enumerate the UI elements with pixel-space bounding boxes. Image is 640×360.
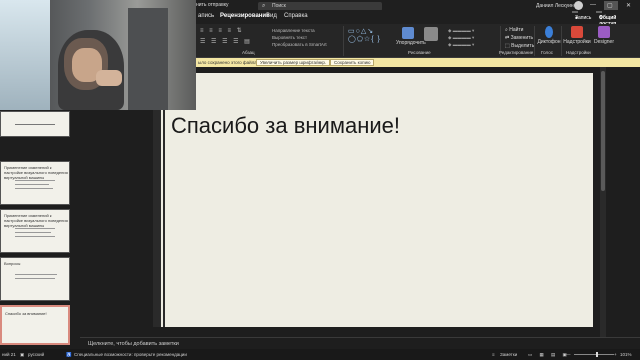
zoom-slider[interactable]: [574, 354, 614, 355]
arrange-button[interactable]: Упорядочить: [396, 27, 426, 46]
drawing-group-label: Рисование: [408, 50, 431, 55]
slide-decoration-bar: [153, 73, 161, 327]
vertical-scrollbar[interactable]: [600, 67, 606, 337]
proofing-icon[interactable]: ▣: [20, 352, 24, 358]
status-bar: ний 21 ▣ русский ♿ Специальные возможнос…: [0, 349, 640, 360]
slide-thumbnail[interactable]: Вопросы: [0, 257, 70, 301]
editing-group-label: Редактирование: [499, 50, 534, 55]
microphone-icon: [545, 26, 553, 38]
record-button[interactable]: ● Запись: [572, 11, 591, 21]
shapes-gallery[interactable]: ▭○△↘ ◯⬠☆{ }: [348, 28, 392, 46]
designer-icon: [598, 26, 610, 38]
accessibility-status[interactable]: Специальные возможности: проверьте реком…: [74, 352, 187, 357]
slide-thumbnail[interactable]: Применение изменений к настройке визуаль…: [0, 209, 70, 253]
shape-format[interactable]: ◆ ▬▬▬▬ ▾ ◆ ▬▬▬▬ ▾ ◆ ▬▬▬▬ ▾: [448, 27, 474, 48]
notes-placeholder: Щелкните, чтобы добавить заметки: [88, 341, 179, 347]
avatar[interactable]: [574, 1, 583, 10]
text-options[interactable]: Направление текста Выровнять текст Преоб…: [272, 27, 327, 48]
slide-thumbnail[interactable]: [0, 111, 70, 137]
designer-button[interactable]: Designer: [592, 26, 616, 45]
slide-counter: ний 21: [2, 352, 16, 357]
arrange-icon: [402, 27, 414, 39]
user-name: Даниил Лескуин: [536, 3, 574, 9]
minimize-button[interactable]: —: [590, 2, 596, 8]
slide-title[interactable]: Спасибо за внимание!: [171, 113, 400, 139]
menu-view[interactable]: Вид: [266, 13, 277, 19]
paragraph-controls[interactable]: ≡ ≡ ≡ ≡ ⇅ ☰ ☰ ☰ ☰ ▤: [200, 27, 270, 47]
menu-help[interactable]: Справка: [284, 13, 308, 19]
send-label[interactable]: нить отправку: [196, 2, 228, 8]
maximize-button[interactable]: ▢: [607, 2, 613, 9]
search-placeholder: Поиск: [272, 3, 286, 9]
styles-icon[interactable]: [424, 27, 438, 41]
webcam-window: [0, 0, 50, 110]
resize-font-button[interactable]: Увеличить размер шрифта/мкр.: [256, 59, 331, 66]
webcam-overlay: [0, 0, 196, 110]
language-status[interactable]: русский: [28, 352, 44, 357]
paragraph-icons: ≡ ≡ ≡ ≡ ⇅: [200, 28, 244, 34]
voice-group-label: Голос: [541, 50, 553, 55]
slide-thumbnail-selected[interactable]: Спасибо за внимание!: [0, 305, 70, 345]
slide-thumbnail[interactable]: Применение изменений к настройке визуаль…: [0, 161, 70, 205]
addins-icon: [571, 26, 583, 38]
addins-group-label: Надстройки: [566, 50, 591, 55]
scrollbar-thumb[interactable]: [601, 71, 605, 191]
paragraph-group-label: Абзац: [242, 50, 255, 55]
save-copy-button[interactable]: Сохранить копию: [330, 59, 375, 66]
menu-review[interactable]: Рецензирование: [220, 13, 269, 19]
dictate-button[interactable]: Диктофон: [537, 26, 561, 45]
current-slide[interactable]: Спасибо за внимание!: [153, 73, 593, 327]
addins-button[interactable]: Надстройки: [563, 26, 591, 45]
select-button[interactable]: ⬚ Выделить: [505, 42, 534, 50]
close-button[interactable]: ✕: [626, 2, 631, 9]
notes-toggle[interactable]: Заметки: [500, 352, 517, 357]
zoom-level[interactable]: 101%: [620, 352, 632, 357]
message-text: ыло сохранено этого файла.: [198, 60, 259, 65]
view-buttons[interactable]: ▭ ▦ ▤ ▣: [528, 352, 570, 358]
webcam-person-hand: [96, 70, 122, 86]
find-button[interactable]: ⌕ Найти: [505, 26, 534, 34]
slide-decoration-line: [163, 73, 165, 327]
notes-pane[interactable]: Щелкните, чтобы добавить заметки: [80, 337, 640, 349]
message-bar: ыло сохранено этого файла. Увеличить раз…: [196, 58, 640, 67]
zoom-slider-thumb[interactable]: [596, 352, 598, 357]
accessibility-icon: ♿: [66, 352, 72, 357]
webcam-door: [128, 8, 168, 110]
editing-controls: ⌕ Найти ⇄ Заменить ⬚ Выделить: [505, 26, 534, 50]
notes-icon: ≡: [492, 352, 495, 357]
zoom-out-icon[interactable]: —: [566, 352, 571, 357]
share-button[interactable]: ⇪ Общий доступ: [596, 11, 616, 27]
zoom-in-icon[interactable]: +: [614, 352, 617, 357]
shapes-icon: ▭○△↘ ◯⬠☆{ }: [348, 28, 381, 43]
align-icons: ☰ ☰ ☰ ☰ ▤: [200, 39, 252, 45]
replace-button[interactable]: ⇄ Заменить: [505, 34, 534, 42]
menu-record[interactable]: апись: [198, 13, 214, 19]
